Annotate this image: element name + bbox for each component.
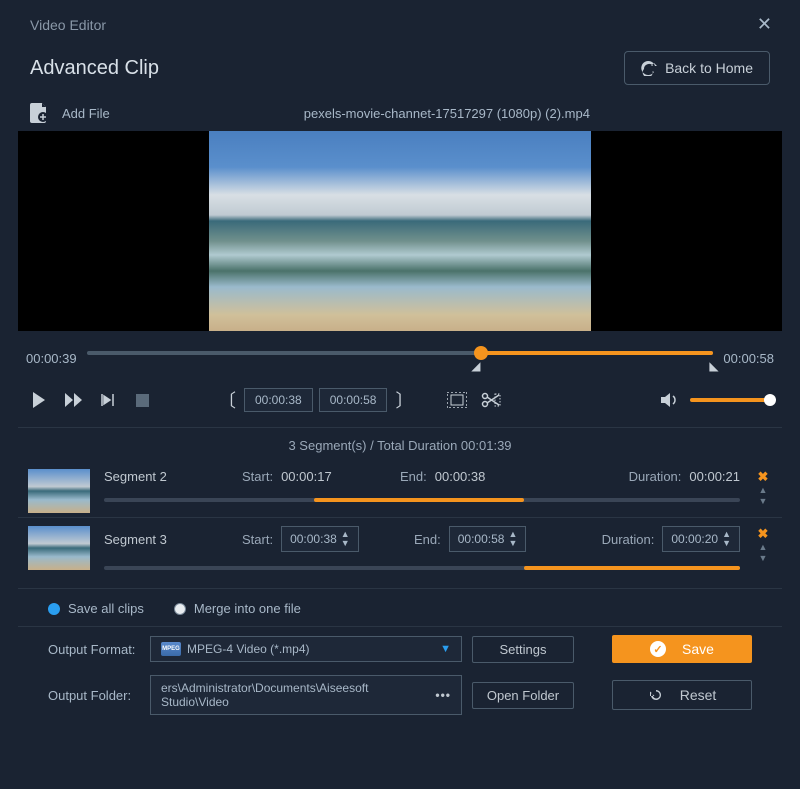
check-icon: ✓ xyxy=(650,641,666,657)
range-end-marker[interactable]: ◣ xyxy=(709,359,718,373)
current-time: 00:00:39 xyxy=(26,351,77,366)
set-start-bracket-button[interactable]: 〔 xyxy=(216,387,238,413)
back-to-home-button[interactable]: Back to Home xyxy=(624,51,770,85)
segment-row[interactable]: Segment 2 Start:00:00:17 End:00:00:38 Du… xyxy=(18,461,782,517)
reset-button[interactable]: Reset xyxy=(612,680,752,710)
settings-button[interactable]: Settings xyxy=(472,636,574,663)
volume-icon[interactable] xyxy=(660,390,680,410)
segment-range-slider[interactable] xyxy=(104,494,740,510)
fast-forward-button[interactable] xyxy=(64,390,84,410)
close-icon[interactable]: ✕ xyxy=(749,10,780,39)
next-frame-button[interactable] xyxy=(98,390,118,410)
output-folder-label: Output Folder: xyxy=(48,688,140,703)
set-end-bracket-button[interactable]: 〕 xyxy=(393,387,415,413)
playhead-thumb[interactable] xyxy=(474,346,488,360)
move-down-icon[interactable]: ▼ xyxy=(759,497,768,505)
segment-start: 00:00:17 xyxy=(281,469,332,484)
back-label: Back to Home xyxy=(665,60,753,76)
delete-segment-icon[interactable]: ✖ xyxy=(758,528,769,540)
browse-icon[interactable]: ••• xyxy=(435,688,451,702)
crop-icon[interactable] xyxy=(447,390,467,410)
segment-start-input[interactable]: 00:00:38▲▼ xyxy=(281,526,359,552)
play-button[interactable] xyxy=(30,390,50,410)
move-down-icon[interactable]: ▼ xyxy=(759,554,768,562)
segment-name: Segment 3 xyxy=(104,532,234,547)
delete-segment-icon[interactable]: ✖ xyxy=(758,471,769,483)
output-format-select[interactable]: MPEG MPEG-4 Video (*.mp4) ▼ xyxy=(150,636,462,662)
radio-unchecked-icon xyxy=(174,603,186,615)
segment-thumbnail xyxy=(28,469,90,513)
segment-name: Segment 2 xyxy=(104,469,234,484)
volume-thumb[interactable] xyxy=(764,394,776,406)
mpeg-icon: MPEG xyxy=(161,642,181,656)
save-all-clips-radio[interactable]: Save all clips xyxy=(48,601,144,616)
segment-summary: 3 Segment(s) / Total Duration 00:01:39 xyxy=(18,427,782,461)
range-end-value[interactable]: 00:00:58 xyxy=(319,388,388,412)
add-file-icon[interactable] xyxy=(30,103,48,123)
range-start-value[interactable]: 00:00:38 xyxy=(244,388,313,412)
page-title: Advanced Clip xyxy=(30,57,159,80)
segment-end-input[interactable]: 00:00:58▲▼ xyxy=(449,526,527,552)
add-file-label[interactable]: Add File xyxy=(62,106,110,121)
chevron-down-icon: ▼ xyxy=(440,643,451,655)
reset-icon xyxy=(648,687,664,703)
output-folder-field[interactable]: ers\Administrator\Documents\Aiseesoft St… xyxy=(150,675,462,715)
video-preview[interactable] xyxy=(18,131,782,331)
segment-thumbnail xyxy=(28,526,90,570)
segment-end: 00:00:38 xyxy=(435,469,486,484)
volume-slider[interactable] xyxy=(690,392,770,408)
window-title: Video Editor xyxy=(30,17,106,33)
open-folder-button[interactable]: Open Folder xyxy=(472,682,574,709)
output-format-label: Output Format: xyxy=(48,642,140,657)
radio-checked-icon xyxy=(48,603,60,615)
segment-duration-input[interactable]: 00:00:20▲▼ xyxy=(662,526,740,552)
stop-button[interactable] xyxy=(132,390,152,410)
merge-one-file-radio[interactable]: Merge into one file xyxy=(174,601,301,616)
segment-duration: 00:00:21 xyxy=(689,469,740,484)
total-time: 00:00:58 xyxy=(723,351,774,366)
range-start-marker[interactable]: ◢ xyxy=(471,359,480,373)
save-button[interactable]: ✓ Save xyxy=(612,635,752,663)
cut-icon[interactable] xyxy=(481,390,501,410)
segment-range-slider[interactable] xyxy=(104,562,740,578)
timeline-slider[interactable]: ◢ ◣ xyxy=(87,343,714,373)
preview-frame xyxy=(209,131,591,331)
redo-icon xyxy=(641,60,657,76)
current-filename: pexels-movie-channet-17517297 (1080p) (2… xyxy=(124,106,770,121)
move-up-icon[interactable]: ▲ xyxy=(759,486,768,494)
move-up-icon[interactable]: ▲ xyxy=(759,543,768,551)
segment-row[interactable]: Segment 3 Start:00:00:38▲▼ End:00:00:58▲… xyxy=(18,517,782,582)
